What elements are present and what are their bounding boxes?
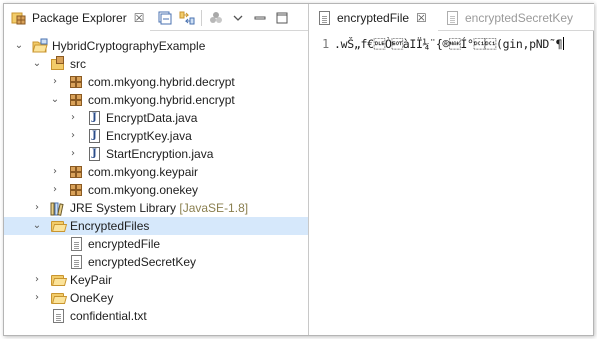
tree-item-package[interactable]: › com.mkyong.hybrid.decrypt — [4, 73, 308, 91]
tree-item-label: StartEncryption.java — [106, 147, 214, 161]
text-caret — [563, 37, 565, 50]
jre-version-decoration: [JavaSE-1.8] — [179, 201, 249, 215]
tree-item-folder[interactable]: › OneKey — [4, 289, 308, 307]
file-icon — [316, 10, 332, 26]
tab-encrypted-file[interactable]: encryptedFile ☒ — [310, 4, 438, 31]
tree-item-label: com.mkyong.hybrid.decrypt — [88, 75, 235, 89]
chevron-right-icon[interactable]: › — [68, 113, 78, 123]
tab-package-explorer-label: Package Explorer — [32, 10, 127, 25]
tree-item-label: EncryptData.java — [106, 111, 198, 125]
tree-item-label: encryptedFile — [88, 237, 161, 251]
tab-encrypted-secret-key[interactable]: encryptedSecretKey — [438, 4, 594, 31]
package-explorer-icon — [11, 10, 27, 26]
tree-item-label: confidential.txt — [70, 309, 147, 323]
package-icon — [68, 92, 84, 108]
tree-item-label: OneKey — [70, 291, 114, 305]
file-icon — [444, 10, 460, 26]
tree-item-java-file[interactable]: › J StartEncryption.java — [4, 145, 308, 163]
chevron-right-icon[interactable]: › — [50, 77, 60, 87]
focus-on-active-task-icon[interactable] — [208, 10, 224, 26]
tree-item-package[interactable]: › com.mkyong.onekey — [4, 181, 308, 199]
tab-package-explorer[interactable]: Package Explorer ☒ — [4, 4, 150, 31]
package-explorer-view: Package Explorer ☒ ⌄ HybridCryptographyE… — [4, 4, 309, 335]
folder-icon — [50, 272, 68, 288]
tree-item-label: encryptedSecretKey — [88, 255, 197, 269]
tree-item-java-file[interactable]: › J EncryptKey.java — [4, 127, 308, 145]
tree-item-label-wrap: JRE System Library [JavaSE-1.8] — [70, 200, 248, 216]
tree-item-folder[interactable]: ⌄ EncryptedFiles — [4, 217, 308, 235]
chevron-right-icon[interactable]: › — [32, 203, 42, 213]
tree-item-java-file[interactable]: › J EncryptData.java — [4, 109, 308, 127]
chevron-right-icon[interactable]: › — [32, 293, 42, 303]
package-icon — [68, 164, 84, 180]
tree-item-label: HybridCryptographyExample — [52, 39, 206, 53]
file-icon — [68, 254, 84, 270]
file-icon — [68, 236, 84, 252]
chevron-right-icon[interactable]: › — [32, 275, 42, 285]
tree-item-label: EncryptKey.java — [106, 129, 192, 143]
text-editor[interactable]: 1 .wŠ„f€ÒàIÏ¼¨{®Í°(gin‚pND˜¶ — [310, 32, 594, 335]
package-icon — [68, 182, 84, 198]
toolbar-separator — [201, 9, 202, 26]
chevron-right-icon[interactable]: › — [68, 131, 78, 141]
tree-item-file[interactable]: encryptedSecretKey — [4, 253, 308, 271]
project-icon — [32, 38, 48, 54]
tree-item-folder[interactable]: › KeyPair — [4, 271, 308, 289]
view-toolbar — [154, 4, 293, 31]
text-file-icon — [50, 308, 66, 324]
tree-item-package[interactable]: › com.mkyong.keypair — [4, 163, 308, 181]
chevron-down-icon[interactable]: ⌄ — [32, 221, 42, 231]
editor-line-text: .wŠ„f€ÒàIÏ¼¨{®Í°(gin‚pND˜¶ — [334, 37, 563, 51]
minimize-icon[interactable] — [252, 10, 268, 26]
tree-item-label: EncryptedFiles — [70, 219, 150, 233]
tree-item-project[interactable]: ⌄ HybridCryptographyExample — [4, 37, 308, 55]
chevron-right-icon[interactable]: › — [50, 167, 60, 177]
editor-content[interactable]: .wŠ„f€ÒàIÏ¼¨{®Í°(gin‚pND˜¶ — [334, 37, 565, 51]
chevron-down-icon[interactable]: ⌄ — [50, 95, 60, 105]
chevron-down-icon[interactable]: ⌄ — [32, 59, 42, 69]
tree-item-label: com.mkyong.hybrid.encrypt — [88, 93, 235, 107]
tree-item-file[interactable]: confidential.txt — [4, 307, 308, 325]
close-icon[interactable]: ☒ — [134, 12, 145, 24]
editor-tab-label: encryptedFile — [337, 10, 410, 25]
chevron-right-icon[interactable]: › — [68, 149, 78, 159]
folder-open-icon — [50, 218, 68, 234]
package-explorer-tabbar: Package Explorer ☒ — [4, 4, 308, 31]
line-number-ruler: 1 — [310, 32, 332, 335]
package-icon — [68, 74, 84, 90]
eclipse-window: Package Explorer ☒ ⌄ HybridCryptographyE… — [3, 3, 594, 336]
source-folder-icon — [50, 56, 66, 72]
java-file-icon: J — [86, 110, 102, 126]
java-file-icon: J — [86, 146, 102, 162]
tree-item-package[interactable]: ⌄ com.mkyong.hybrid.encrypt — [4, 91, 308, 109]
editor-tabbar: encryptedFile ☒ encryptedSecretKey — [310, 4, 594, 31]
tree-item-label: com.mkyong.onekey — [88, 183, 199, 197]
editor-tab-label: encryptedSecretKey — [465, 10, 574, 25]
tree-item-label: src — [70, 57, 86, 71]
tree-item-file[interactable]: encryptedFile — [4, 235, 308, 253]
chevron-right-icon[interactable]: › — [50, 185, 60, 195]
tree-item-library[interactable]: › JRE System Library [JavaSE-1.8] — [4, 199, 308, 217]
editor-area: encryptedFile ☒ encryptedSecretKey 1 .wŠ… — [310, 4, 594, 335]
collapse-all-icon[interactable] — [157, 10, 173, 26]
line-number: 1 — [322, 37, 330, 51]
tree-item-label: com.mkyong.keypair — [88, 165, 199, 179]
tree-item-label: JRE System Library — [70, 201, 177, 215]
java-file-icon: J — [86, 128, 102, 144]
close-icon[interactable]: ☒ — [416, 12, 427, 24]
library-icon — [50, 201, 64, 216]
folder-icon — [50, 290, 68, 306]
tree-item-label: KeyPair — [70, 273, 113, 287]
link-with-editor-icon[interactable] — [179, 10, 195, 26]
chevron-down-icon[interactable]: ⌄ — [14, 41, 24, 51]
tree-item-src[interactable]: ⌄ src — [4, 55, 308, 73]
view-menu-icon[interactable] — [230, 10, 246, 26]
maximize-icon[interactable] — [274, 10, 290, 26]
